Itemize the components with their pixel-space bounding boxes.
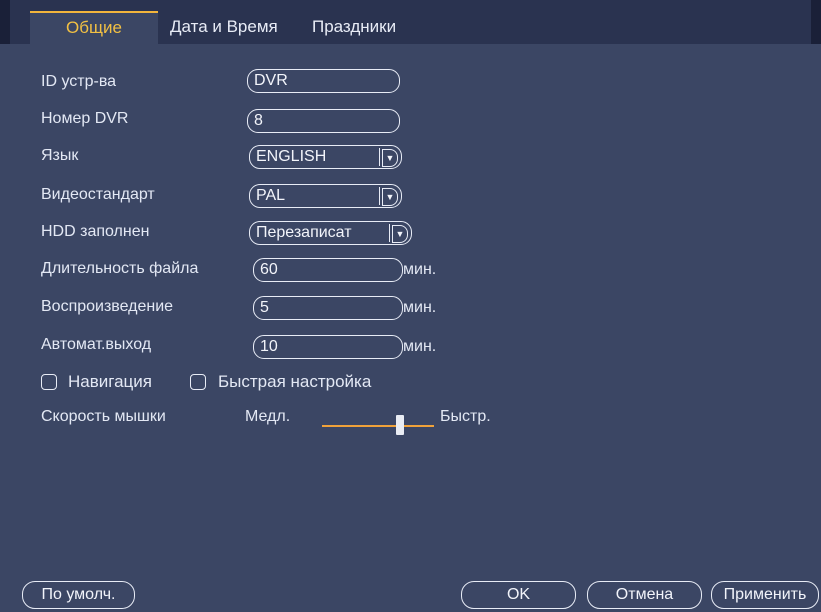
tab-date-time[interactable]: Дата и Время [170,11,278,44]
slider-min-label: Медл. [245,408,291,425]
tab-bar-right-edge [811,0,821,44]
auto-logout-input[interactable] [253,335,403,359]
tab-holidays[interactable]: Праздники [312,11,396,44]
auto-logout-label: Автомат.выход [41,336,152,353]
ok-button[interactable]: OK [461,581,576,609]
dvr-number-input[interactable] [247,109,400,133]
cancel-button[interactable]: Отмена [587,581,702,609]
file-duration-input[interactable] [253,258,403,282]
navigation-label: Навигация [68,372,152,391]
mouse-speed-label: Скорость мышки [41,408,166,425]
file-duration-unit: мин. [403,261,437,278]
slider-handle[interactable] [396,415,405,435]
file-duration-label: Длительность файла [41,260,199,277]
dvr-number-label: Номер DVR [41,110,129,127]
navigation-checkbox[interactable] [41,374,57,390]
quick-setup-checkbox[interactable] [190,374,206,390]
tab-general[interactable]: Общие [30,11,158,44]
device-id-label: ID устр-ва [41,73,117,90]
chevron-down-icon[interactable]: ▼ [382,149,398,167]
video-standard-label: Видеостандарт [41,186,155,203]
playback-unit: мин. [403,299,437,316]
default-button[interactable]: По умолч. [22,581,135,609]
hdd-full-select[interactable]: Перезаписат ▼ [249,221,412,245]
playback-input[interactable] [253,296,403,320]
device-id-input[interactable] [247,69,400,93]
chevron-down-icon[interactable]: ▼ [392,225,408,243]
select-separator [379,148,380,166]
select-separator [389,224,390,242]
select-separator [379,187,380,205]
hdd-full-label: HDD заполнен [41,223,150,240]
language-label: Язык [41,147,79,164]
tab-bar-left-edge [0,0,10,44]
video-standard-select[interactable]: PAL ▼ [249,184,402,208]
slider-max-label: Быстр. [440,408,491,425]
quick-setup-label: Быстрая настройка [218,372,372,391]
video-standard-value: PAL [256,187,286,204]
playback-label: Воспроизведение [41,298,174,315]
apply-button[interactable]: Применить [711,581,819,609]
language-select[interactable]: ENGLISH ▼ [249,145,402,169]
mouse-speed-slider[interactable] [322,425,434,427]
tab-bar: Общие Дата и Время Праздники [0,0,821,44]
language-value: ENGLISH [256,148,327,165]
hdd-full-value: Перезаписат [256,224,352,241]
auto-logout-unit: мин. [403,338,437,355]
chevron-down-icon[interactable]: ▼ [382,188,398,206]
